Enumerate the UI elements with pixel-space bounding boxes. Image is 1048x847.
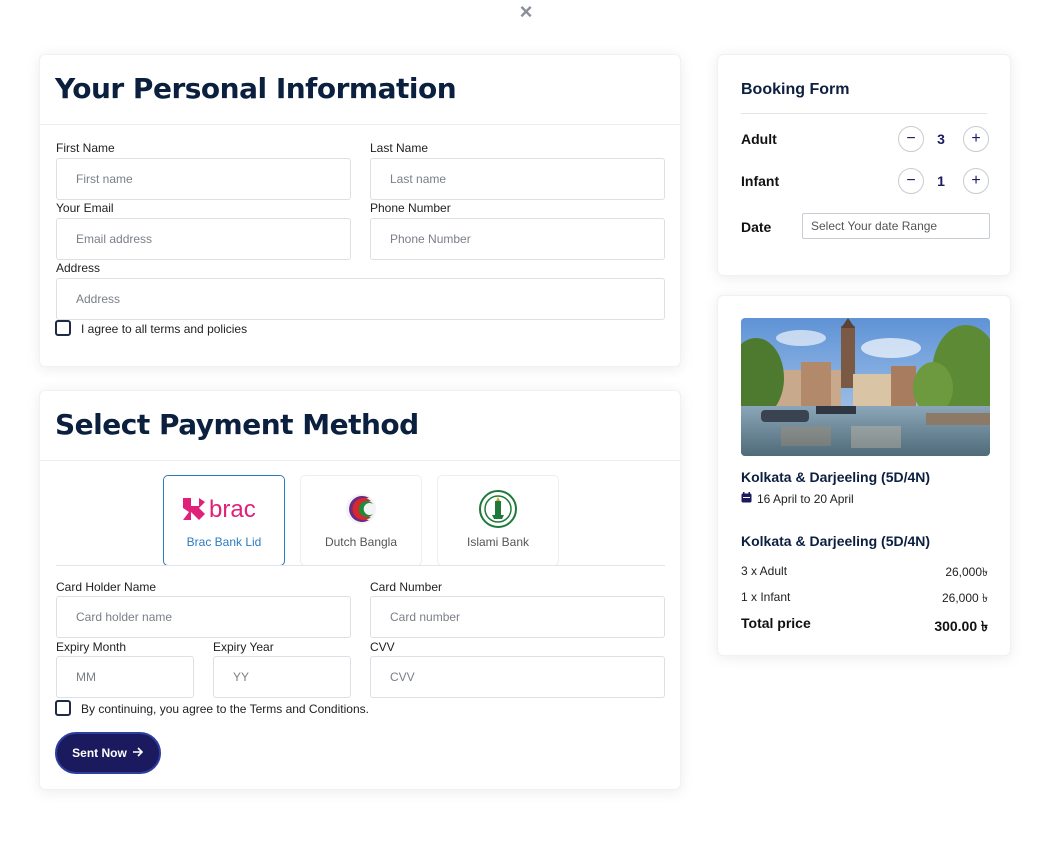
payment-card: Select Payment Method brac Brac Bank Lid… <box>39 390 681 790</box>
first-name-input[interactable] <box>56 158 351 200</box>
bank-divider <box>56 565 665 566</box>
arrow-right-icon <box>132 746 144 761</box>
phone-input[interactable] <box>370 218 665 260</box>
cvv-input[interactable] <box>370 656 665 698</box>
address-label: Address <box>56 261 101 275</box>
personal-info-header: Your Personal Information <box>40 55 680 125</box>
email-label: Your Email <box>56 201 114 215</box>
personal-info-card: Your Personal Information First Name Las… <box>39 54 681 367</box>
last-name-label: Last Name <box>370 141 429 155</box>
total-price-value: 300.00 ৳ <box>934 618 988 634</box>
card-holder-input[interactable] <box>56 596 351 638</box>
svg-text:brac: brac <box>209 496 256 523</box>
total-price-label: Total price <box>741 615 811 631</box>
bank-name-brac: Brac Bank Lid <box>186 535 262 549</box>
card-holder-label: Card Holder Name <box>56 580 157 594</box>
terms-checkbox[interactable] <box>55 700 71 716</box>
booking-form-title: Booking Form <box>741 81 850 98</box>
trip-title: Kolkata & Darjeeling (5D/4N) <box>741 469 931 485</box>
card-number-label: Card Number <box>370 580 443 594</box>
first-name-label: First Name <box>56 141 115 155</box>
payment-header: Select Payment Method <box>40 391 680 461</box>
price-line-adult: 3 x Adult 26,000৳ <box>741 564 988 584</box>
date-label: Date <box>741 219 772 235</box>
phone-label: Phone Number <box>370 201 451 215</box>
price-line-value: 26,000৳ <box>945 565 988 579</box>
terms-label: By continuing, you agree to the Terms an… <box>81 702 369 716</box>
booking-divider <box>741 113 987 114</box>
email-input[interactable] <box>56 218 351 260</box>
last-name-input[interactable] <box>370 158 665 200</box>
brac-logo: brac <box>164 490 284 528</box>
bank-name-islami: Islami Bank <box>466 535 530 549</box>
card-number-input[interactable] <box>370 596 665 638</box>
bank-option-dutch-bangla[interactable]: Dutch Bangla <box>300 475 422 566</box>
cvv-label: CVV <box>370 640 395 654</box>
trip-dates: 16 April to 20 April <box>741 492 854 506</box>
expiry-year-label: Expiry Year <box>213 640 274 654</box>
trip-image <box>741 318 990 456</box>
trip-title-secondary: Kolkata & Darjeeling (5D/4N) <box>741 533 931 549</box>
infant-count: 1 <box>937 173 945 189</box>
personal-info-title: Your Personal Information <box>55 72 457 105</box>
booking-form-card: Booking Form Adult − 3 + Infant − 1 + Da… <box>717 54 1011 276</box>
trip-dates-text: 16 April to 20 April <box>757 492 854 506</box>
adult-minus-button[interactable]: − <box>898 126 924 152</box>
sent-now-label: Sent Now <box>72 746 127 760</box>
trip-summary-card: Kolkata & Darjeeling (5D/4N) 16 April to… <box>717 295 1011 656</box>
infant-plus-button[interactable]: + <box>963 168 989 194</box>
sent-now-button[interactable]: Sent Now <box>55 732 161 774</box>
close-icon[interactable]: × <box>516 1 536 23</box>
infant-minus-button[interactable]: − <box>898 168 924 194</box>
date-range-input[interactable] <box>802 213 990 239</box>
address-input[interactable] <box>56 278 665 320</box>
price-line-label: 1 x Infant <box>741 590 791 604</box>
expiry-year-input[interactable] <box>213 656 351 698</box>
infant-label: Infant <box>741 173 780 189</box>
islami-bank-logo <box>438 490 558 528</box>
price-line-label: 3 x Adult <box>741 564 788 578</box>
adult-count: 3 <box>937 131 945 147</box>
expiry-month-label: Expiry Month <box>56 640 127 654</box>
bank-name-dutch-bangla: Dutch Bangla <box>324 535 398 549</box>
dutch-bangla-logo <box>301 490 421 528</box>
agree-terms-label: I agree to all terms and policies <box>81 322 248 336</box>
adult-plus-button[interactable]: + <box>963 126 989 152</box>
agree-terms-checkbox[interactable] <box>55 320 71 336</box>
adult-label: Adult <box>741 131 777 147</box>
bank-option-islami[interactable]: Islami Bank <box>437 475 559 566</box>
total-price-row: Total price 300.00 ৳ <box>741 615 988 639</box>
calendar-icon <box>741 492 752 506</box>
expiry-month-input[interactable] <box>56 656 194 698</box>
price-line-value: 26,000 ৳ <box>941 591 988 605</box>
bank-option-brac[interactable]: brac Brac Bank Lid <box>163 475 285 566</box>
payment-title: Select Payment Method <box>55 408 419 441</box>
price-line-infant: 1 x Infant 26,000 ৳ <box>741 590 988 610</box>
